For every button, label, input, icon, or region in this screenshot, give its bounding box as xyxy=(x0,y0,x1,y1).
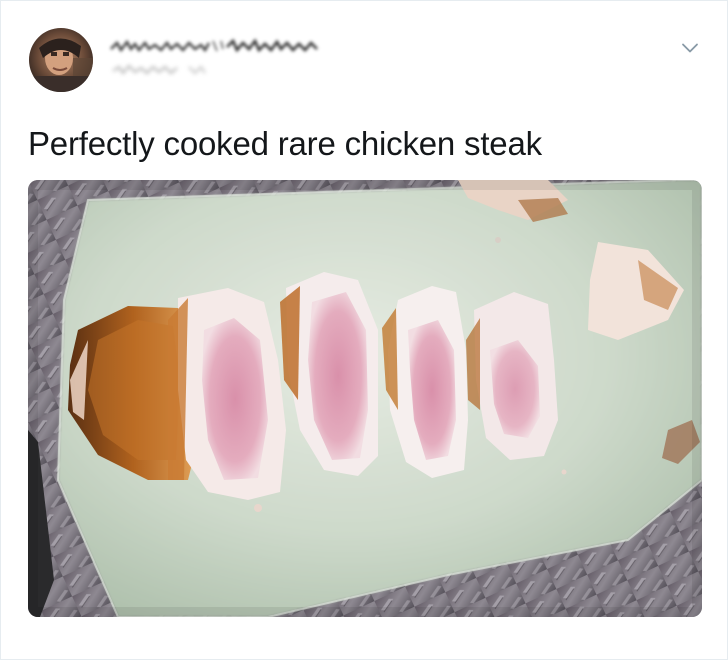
tweet-menu-button[interactable] xyxy=(677,35,703,61)
tweet-text: Perfectly cooked rare chicken steak xyxy=(28,125,542,162)
chicken-photo-image xyxy=(28,180,702,617)
chevron-down-icon xyxy=(682,43,698,53)
tweet-photo[interactable] xyxy=(28,180,702,617)
avatar[interactable] xyxy=(29,28,93,92)
avatar-image xyxy=(29,28,93,92)
tweet-card: Perfectly cooked rare chicken steak xyxy=(0,0,728,660)
author-handle-obscured[interactable] xyxy=(111,61,211,79)
author-name-obscured[interactable] xyxy=(109,35,323,57)
